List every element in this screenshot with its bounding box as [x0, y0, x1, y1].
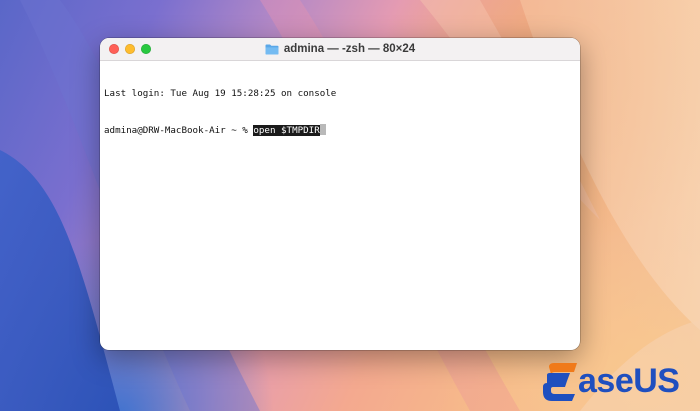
selected-command[interactable]: open $TMPDIR [253, 125, 320, 136]
prompt-line[interactable]: admina@DRW-MacBook-Air ~ % open $TMPDIR [104, 124, 576, 136]
text-cursor [319, 124, 326, 135]
last-login-line: Last login: Tue Aug 19 15:28:25 on conso… [104, 88, 337, 99]
terminal-window[interactable]: admina — -zsh — 80×24 Last login: Tue Au… [100, 38, 580, 350]
logo-text: aseUS [578, 362, 680, 400]
easeus-e-mark [543, 363, 577, 401]
title-bar[interactable]: admina — -zsh — 80×24 [100, 38, 580, 61]
terminal-content[interactable]: Last login: Tue Aug 19 15:28:25 on conso… [100, 61, 580, 163]
window-title: admina — -zsh — 80×24 [283, 43, 416, 55]
window-title-area: admina — -zsh — 80×24 [100, 38, 580, 60]
folder-icon [265, 44, 279, 54]
shell-prompt: admina@DRW-MacBook-Air ~ % [104, 125, 254, 136]
easeus-logo: aseUS [541, 358, 680, 404]
